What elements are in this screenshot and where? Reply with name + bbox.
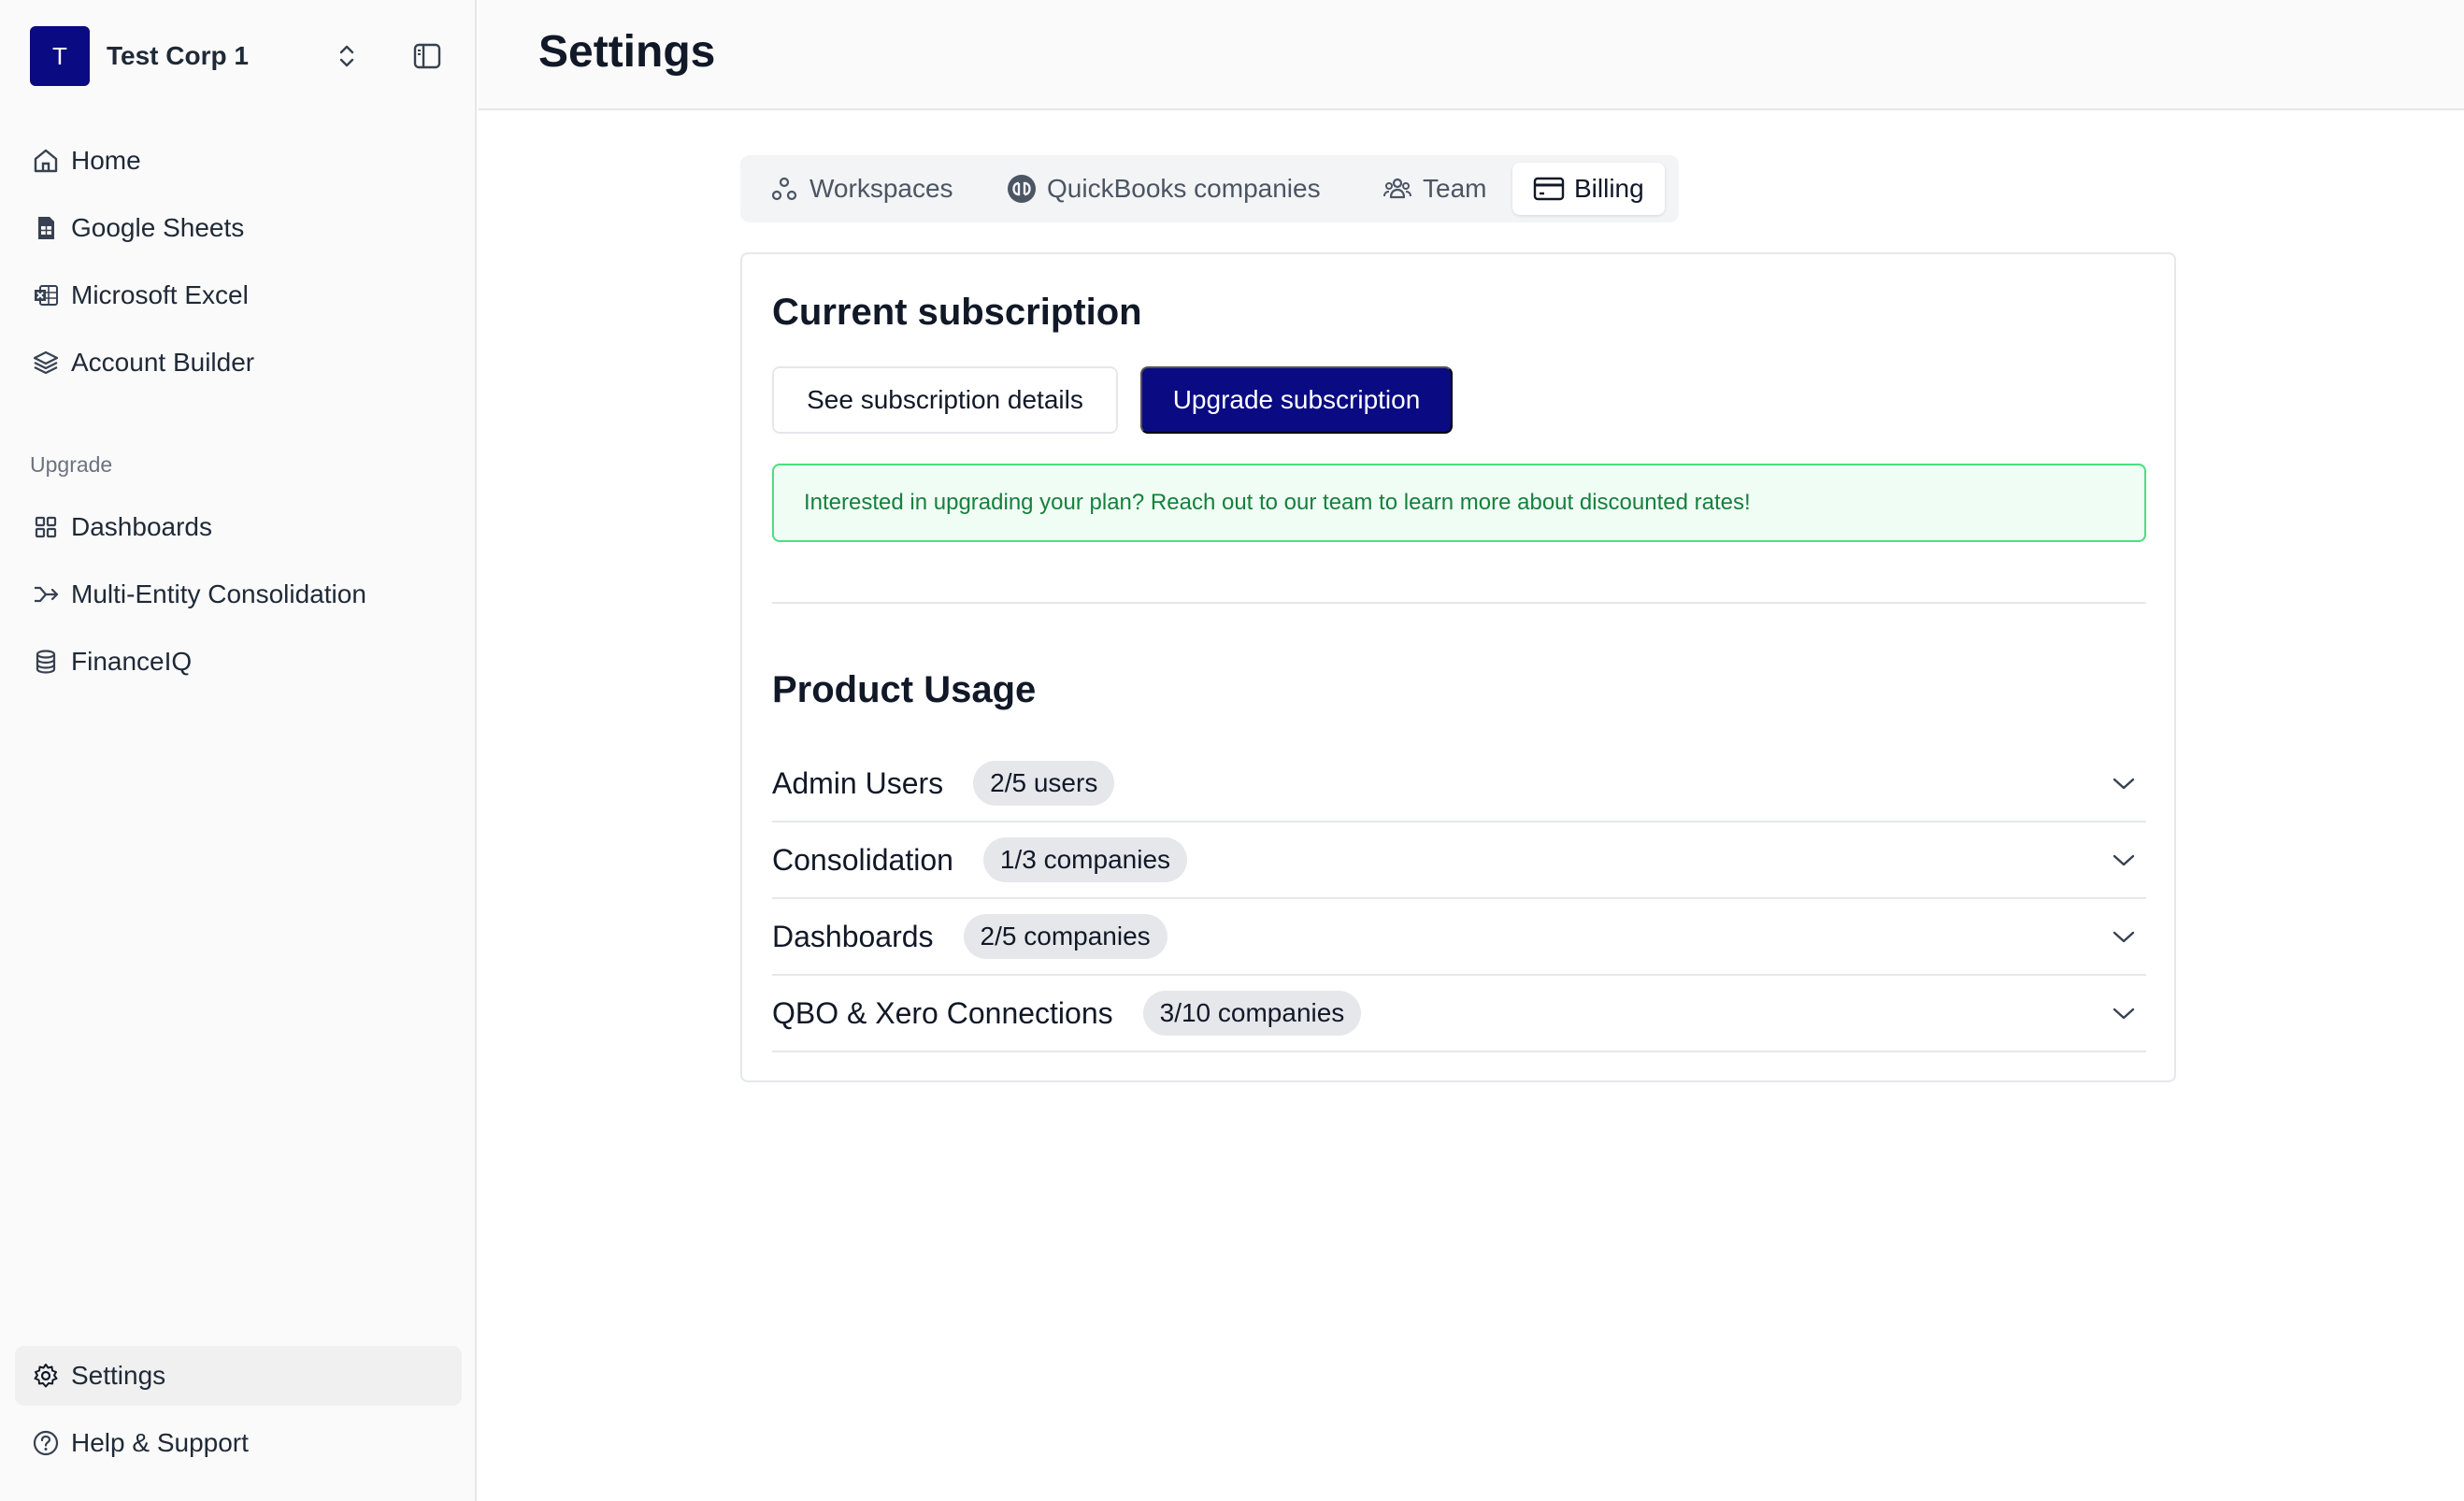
sidebar-toggle-icon[interactable] — [409, 38, 445, 74]
sidebar-item-label: Dashboards — [71, 512, 212, 541]
chevron-down-icon[interactable] — [2107, 996, 2141, 1030]
see-subscription-details-button[interactable]: See subscription details — [772, 366, 1118, 434]
sidebar-item-label: Account Builder — [71, 348, 255, 377]
tab-team[interactable]: Team — [1361, 163, 1507, 215]
usage-badge: 3/10 companies — [1142, 991, 1362, 1036]
usage-badge: 2/5 users — [973, 761, 1115, 806]
tab-quickbooks-companies[interactable]: QuickBooks companies — [985, 163, 1341, 215]
sidebar-item-label: Microsoft Excel — [71, 280, 249, 309]
dashboard-icon — [30, 511, 62, 543]
usage-badge: 1/3 companies — [982, 837, 1188, 882]
sidebar-item-home[interactable]: Home — [15, 131, 462, 191]
sidebar-item-label: FinanceIQ — [71, 647, 193, 676]
help-icon — [30, 1427, 62, 1459]
sidebar-item-google-sheets[interactable]: Google Sheets — [15, 198, 462, 258]
divider — [772, 602, 2146, 604]
product-usage-title: Product Usage — [772, 669, 1037, 710]
usage-row-consolidation[interactable]: Consolidation 1/3 companies — [772, 822, 2146, 899]
usage-label: QBO & Xero Connections — [772, 995, 1113, 1030]
sidebar-item-account-builder[interactable]: Account Builder — [15, 333, 462, 393]
tab-workspaces[interactable]: Workspaces — [748, 163, 974, 215]
org-avatar: T — [30, 26, 90, 86]
page-title: Settings — [538, 27, 716, 77]
workspaces-icon — [768, 173, 800, 205]
database-icon — [30, 646, 62, 678]
sidebar-item-help-support[interactable]: Help & Support — [15, 1413, 462, 1473]
sidebar-item-multi-entity-consolidation[interactable]: Multi-Entity Consolidation — [15, 565, 462, 624]
credit-card-icon — [1533, 173, 1565, 205]
org-name: Test Corp 1 — [107, 41, 249, 70]
merge-icon — [30, 579, 62, 610]
sidebar-item-microsoft-excel[interactable]: Microsoft Excel — [15, 265, 462, 325]
usage-label: Dashboards — [772, 919, 934, 953]
sidebar-item-label: Home — [71, 146, 141, 175]
usage-row-dashboards[interactable]: Dashboards 2/5 companies — [772, 899, 2146, 976]
sidebar-item-label: Google Sheets — [71, 213, 245, 242]
sheets-icon — [30, 212, 62, 244]
chevron-down-icon[interactable] — [2107, 766, 2141, 800]
org-switcher[interactable]: T Test Corp 1 — [30, 25, 445, 87]
page-header: Settings — [479, 0, 2464, 110]
upgrade-notice-text: Interested in upgrading your plan? Reach… — [804, 490, 1751, 515]
sidebar-item-label: Multi-Entity Consolidation — [71, 579, 366, 608]
team-icon — [1382, 173, 1413, 205]
upgrade-subscription-button[interactable]: Upgrade subscription — [1140, 366, 1453, 434]
tab-label: Workspaces — [809, 174, 953, 203]
usage-row-admin-users[interactable]: Admin Users 2/5 users — [772, 746, 2146, 822]
home-icon — [30, 145, 62, 177]
tab-label: Team — [1423, 174, 1487, 203]
excel-icon — [30, 279, 62, 311]
sidebar-item-dashboards[interactable]: Dashboards — [15, 497, 462, 557]
chevron-down-icon[interactable] — [2107, 843, 2141, 877]
billing-card: Current subscription See subscription de… — [740, 252, 2176, 1082]
tab-label: Billing — [1574, 174, 1644, 203]
upgrade-notice: Interested in upgrading your plan? Reach… — [772, 464, 2146, 542]
settings-tabs: Workspaces QuickBooks companies Team Bil… — [740, 155, 1679, 222]
sidebar-item-label: Help & Support — [71, 1428, 249, 1457]
usage-label: Admin Users — [772, 765, 944, 800]
usage-row-qbo-xero-connections[interactable]: QBO & Xero Connections 3/10 companies — [772, 976, 2146, 1052]
sidebar-item-settings[interactable]: Settings — [15, 1346, 462, 1406]
layers-icon — [30, 347, 62, 379]
sidebar-section-upgrade: Upgrade — [30, 452, 113, 477]
tab-billing[interactable]: Billing — [1512, 163, 1665, 215]
sidebar: T Test Corp 1 Home Google Sheets Microso… — [0, 0, 477, 1501]
sidebar-item-financeiq[interactable]: FinanceIQ — [15, 632, 462, 692]
chevron-up-down-icon[interactable] — [329, 38, 365, 74]
tab-label: QuickBooks companies — [1047, 174, 1321, 203]
sidebar-item-label: Settings — [71, 1361, 166, 1390]
usage-badge: 2/5 companies — [963, 914, 1168, 959]
gear-icon — [30, 1360, 62, 1392]
usage-label: Consolidation — [772, 842, 953, 877]
subscription-title: Current subscription — [772, 292, 1142, 333]
quickbooks-icon — [1006, 173, 1038, 205]
chevron-down-icon[interactable] — [2107, 920, 2141, 953]
